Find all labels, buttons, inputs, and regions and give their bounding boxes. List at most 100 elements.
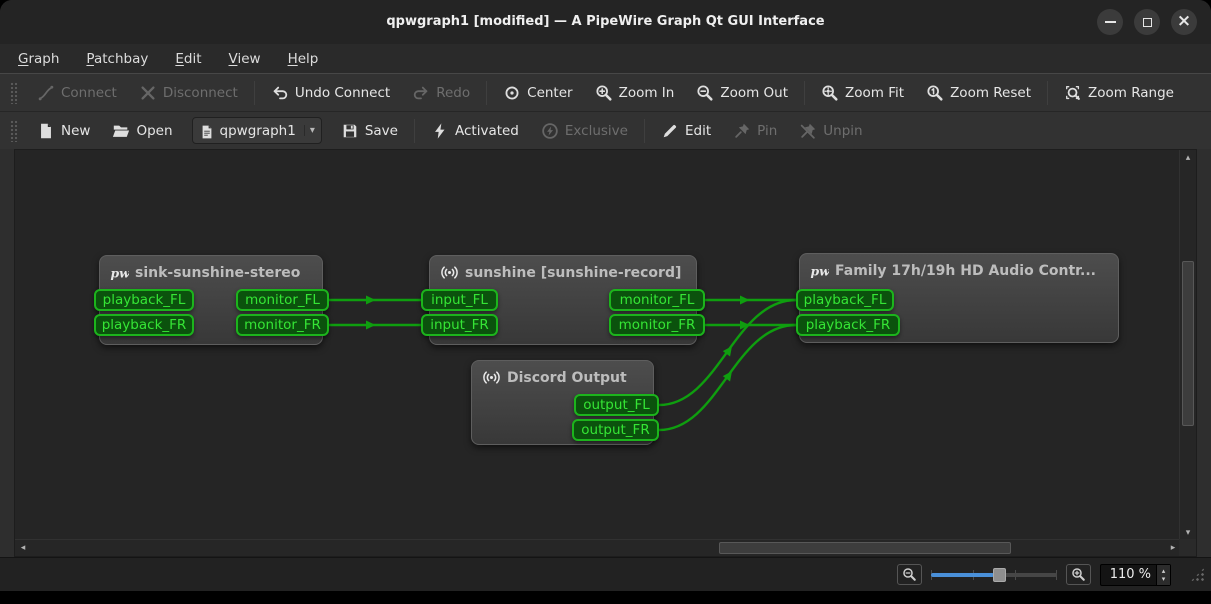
toolbar-drag-handle[interactable] [10,120,18,142]
statusbar-zoom-in-button[interactable] [1066,564,1091,585]
graph-viewport[interactable]: pwsink-sunshine-stereoplayback_FLplaybac… [15,150,1181,541]
scroll-up-button[interactable]: ▴ [1180,150,1196,166]
pipewire-icon: pw [810,261,829,280]
minimize-button[interactable] [1097,9,1123,35]
menu-item-patchbay[interactable]: Patchbay [86,51,148,67]
patchbay-select-combobox[interactable]: qpwgraph1▾ [192,117,322,144]
horizontal-scrollbar[interactable]: ◂ ▸ [15,539,1181,556]
port-sink-sunshine-stereo-playback-fr[interactable]: playback_FR [94,314,194,336]
toolbar-patchbay: NewOpen qpwgraph1▾ Save Activated Exclusive E… [0,111,1211,149]
pin-button: Pin [722,116,788,146]
redo-label: Redo [436,85,470,101]
resize-grip[interactable] [1190,567,1205,582]
maximize-icon [1143,18,1152,27]
zoom-out-icon [696,84,714,102]
toolbar-drag-handle[interactable] [10,82,18,104]
zoom-fit-button[interactable]: Zoom Fit [810,78,915,108]
save-button[interactable]: Save [330,116,409,146]
graph-canvas-frame: pwsink-sunshine-stereoplayback_FLplaybac… [14,149,1197,557]
undo-connect-label: Undo Connect [295,85,390,101]
undo-connect-button[interactable]: Undo Connect [260,78,401,108]
connection-arrow-icon [366,296,376,305]
disconnect-button: Disconnect [128,78,249,108]
node-header: sunshine [sunshine-record] [430,256,696,282]
port-sunshine-sunshine-record-input-fr[interactable]: input_FR [421,314,498,336]
close-button[interactable]: × [1171,9,1197,35]
toolbar-separator [486,81,487,105]
new-button[interactable]: New [26,116,101,146]
edit-button[interactable]: Edit [650,116,722,146]
scroll-left-button[interactable]: ◂ [15,540,31,556]
node-header: pw Family 17h/19h HD Audio Contr... [800,254,1118,280]
zoom-spinbox[interactable]: 110 % ▴▾ [1100,564,1171,586]
port-sink-sunshine-stereo-playback-fl[interactable]: playback_FL [94,289,194,311]
zoom-out-label: Zoom Out [720,85,788,101]
activated-button[interactable]: Activated [420,116,530,146]
toolbar-separator [254,81,255,105]
unpin-button: Unpin [788,116,873,146]
zoom-range-button[interactable]: Zoom Range [1053,78,1185,108]
port-family-17h-19h-hd-audio-contr-playback-fl[interactable]: playback_FL [796,289,894,311]
center-button[interactable]: Center [492,78,583,108]
zoom-range-icon [1064,84,1082,102]
minimize-icon [1105,21,1116,23]
window-controls: × [1097,9,1197,35]
toolbar-graph-items: ConnectDisconnectUndo ConnectRedoCenterZ… [26,74,1185,111]
horizontal-scrollbar-thumb[interactable] [719,542,1011,554]
zoom-fit-icon [821,84,839,102]
vertical-scrollbar-thumb[interactable] [1182,261,1194,426]
toolbar-separator [804,81,805,105]
toolbar-separator [414,119,415,143]
patchbay-file-icon [199,123,215,139]
toolbar-graph: ConnectDisconnectUndo ConnectRedoCenterZ… [0,73,1211,111]
zoom-out-icon [902,567,917,582]
unpin-label: Unpin [823,123,862,139]
stream-icon [482,368,501,387]
menubar: Graph Patchbay Edit View Help [0,44,1211,73]
zoom-reset-button[interactable]: Zoom Reset [915,78,1042,108]
titlebar[interactable]: qpwgraph1 [modified] — A PipeWire Graph … [0,0,1211,44]
pin-icon [733,122,751,140]
port-family-17h-19h-hd-audio-contr-playback-fr[interactable]: playback_FR [796,314,900,336]
exclusive-label: Exclusive [565,123,628,139]
menu-item-edit[interactable]: Edit [175,51,201,67]
node-title: sunshine [sunshine-record] [465,265,681,281]
zoom-in-icon [1071,567,1086,582]
center-label: Center [527,85,572,101]
svg-text:pw: pw [110,265,129,280]
open-button[interactable]: Open [101,116,183,146]
menu-item-help[interactable]: Help [288,51,319,67]
scrollbar-corner [1179,539,1196,556]
node-title: Family 17h/19h HD Audio Contr... [835,263,1096,279]
zoom-slider[interactable] [931,566,1057,584]
port-sink-sunshine-stereo-monitor-fl[interactable]: monitor_FL [236,289,329,311]
spin-up-icon: ▴ [1162,567,1166,575]
port-discord-output-output-fl[interactable]: output_FL [574,394,659,416]
activated-icon [431,122,449,140]
maximize-button[interactable] [1134,9,1160,35]
vertical-scrollbar[interactable]: ▴ ▾ [1179,150,1196,541]
zoom-out-button[interactable]: Zoom Out [685,78,799,108]
port-discord-output-output-fr[interactable]: output_FR [572,419,659,441]
zoom-fit-label: Zoom Fit [845,85,904,101]
menu-item-graph[interactable]: Graph [18,51,59,67]
edit-label: Edit [685,123,711,139]
zoom-slider-handle[interactable] [993,568,1006,582]
svg-text:pw: pw [810,263,829,278]
port-sunshine-sunshine-record-input-fl[interactable]: input_FL [421,289,498,311]
statusbar-zoom-out-button[interactable] [897,564,922,585]
redo-icon [412,84,430,102]
menu-item-view[interactable]: View [229,51,261,67]
zoom-in-label: Zoom In [619,85,675,101]
spinbox-arrows[interactable]: ▴▾ [1156,565,1170,585]
port-sunshine-sunshine-record-monitor-fr[interactable]: monitor_FR [609,314,705,336]
port-sink-sunshine-stereo-monitor-fr[interactable]: monitor_FR [236,314,329,336]
unpin-icon [799,122,817,140]
open-icon [112,122,130,140]
zoom-reset-icon [926,84,944,102]
connection-arrow-icon [740,296,750,305]
zoom-in-button[interactable]: Zoom In [584,78,686,108]
toolbar-separator [644,119,645,143]
port-sunshine-sunshine-record-monitor-fl[interactable]: monitor_FL [609,289,705,311]
toolbar-patchbay-items: NewOpen qpwgraph1▾ Save Activated Exclusive E… [26,112,874,149]
